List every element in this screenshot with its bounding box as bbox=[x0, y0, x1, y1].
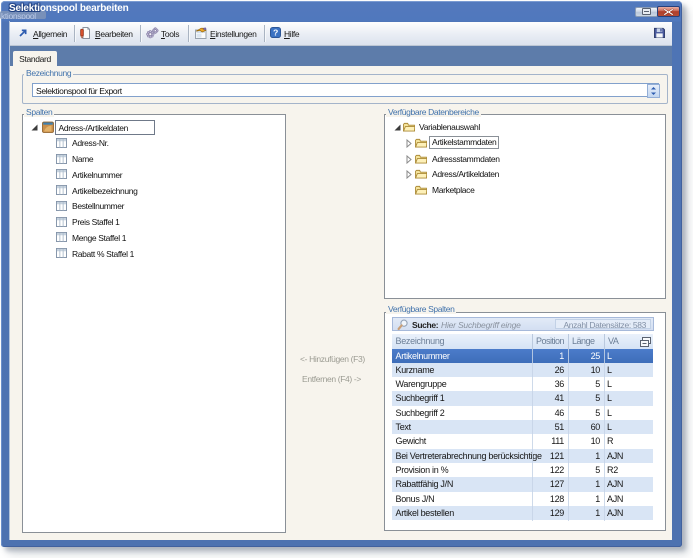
svg-text:?: ? bbox=[273, 28, 278, 38]
